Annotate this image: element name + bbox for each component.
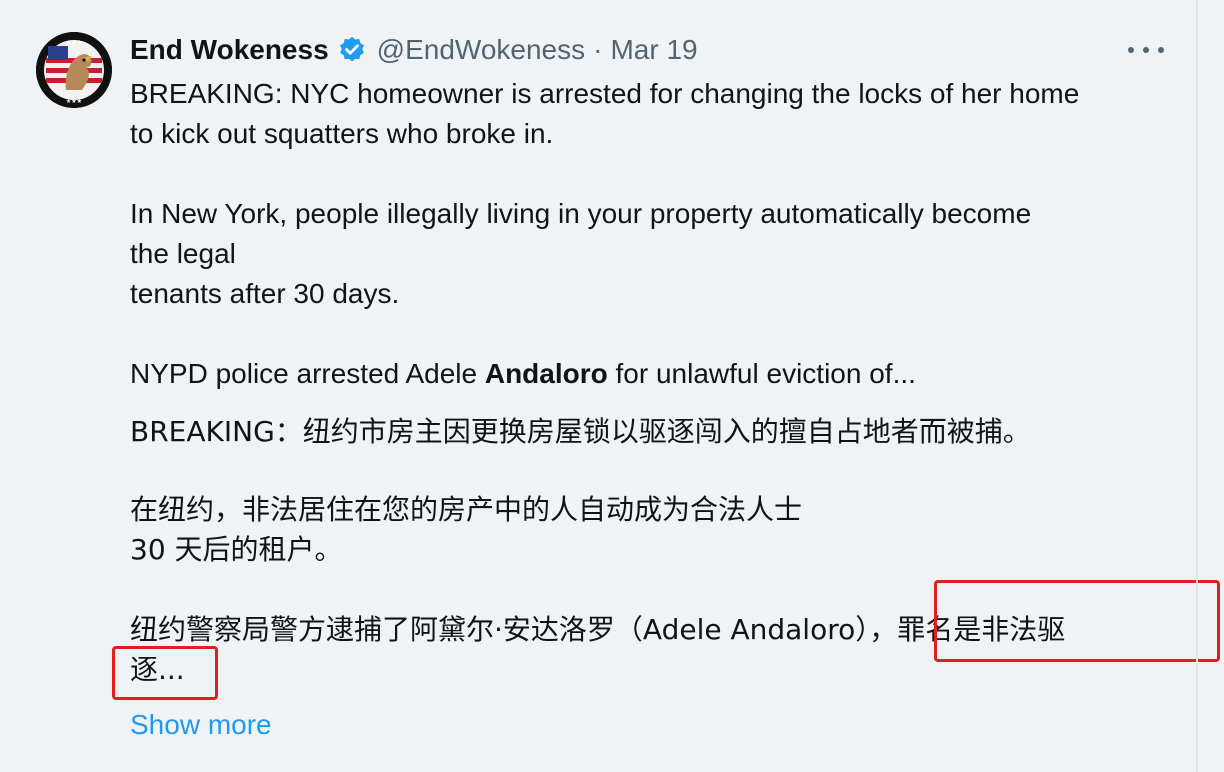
tweet-text-line: tenants after 30 days. [130, 278, 400, 309]
tweet-header: End Wokeness @EndWokeness · Mar 19 [130, 30, 698, 70]
tweet-text-line: In New York, people illegally living in … [130, 198, 1032, 229]
avatar[interactable]: ★★★ ★★★ [36, 32, 112, 108]
tweet-text-line: the legal [130, 238, 236, 269]
svg-text:★★★: ★★★ [66, 98, 82, 105]
avatar-icon: ★★★ ★★★ [36, 32, 112, 108]
highlight-box [112, 646, 218, 700]
show-more-link[interactable]: Show more [130, 705, 272, 745]
svg-text:★★★: ★★★ [66, 39, 82, 46]
more-options-button[interactable] [1128, 36, 1164, 64]
author-display-name[interactable]: End Wokeness [130, 34, 329, 66]
text-segment: for unlawful eviction of... [607, 358, 916, 389]
translated-text-line: 在纽约，非法居住在您的房产中的人自动成为合法人士 [130, 493, 803, 526]
translated-text-line: BREAKING：纽约市房主因更换房屋锁以驱逐闯入的擅自占地者而被捕。 [130, 415, 1031, 448]
translated-text-line: 30 天后的租户。 [130, 533, 343, 566]
tweet-text-line: NYPD police arrested Adele Andaloro for … [130, 354, 916, 394]
author-handle[interactable]: @EndWokeness [377, 34, 585, 66]
separator-dot: · [593, 34, 603, 65]
tweet-text-line: BREAKING: NYC homeowner is arrested for … [130, 78, 1080, 109]
translated-text-line: 纽约警察局警方逮捕了阿黛尔·安达洛罗（Adele Andaloro），罪名是非法… [130, 613, 1066, 646]
tweet-card[interactable]: ★★★ ★★★ End Wokeness @EndWokeness · Mar … [0, 0, 1224, 772]
more-horizontal-icon [1128, 47, 1134, 53]
highlight-box [934, 580, 1220, 662]
column-divider [1196, 0, 1198, 772]
highlighted-name: Andaloro [484, 358, 608, 389]
tweet-text-line: to kick out squatters who broke in. [130, 118, 554, 149]
text-segment: NYPD police arrested Adele [130, 358, 485, 389]
tweet-date[interactable]: Mar 19 [610, 34, 697, 66]
verified-badge-icon [337, 35, 367, 65]
